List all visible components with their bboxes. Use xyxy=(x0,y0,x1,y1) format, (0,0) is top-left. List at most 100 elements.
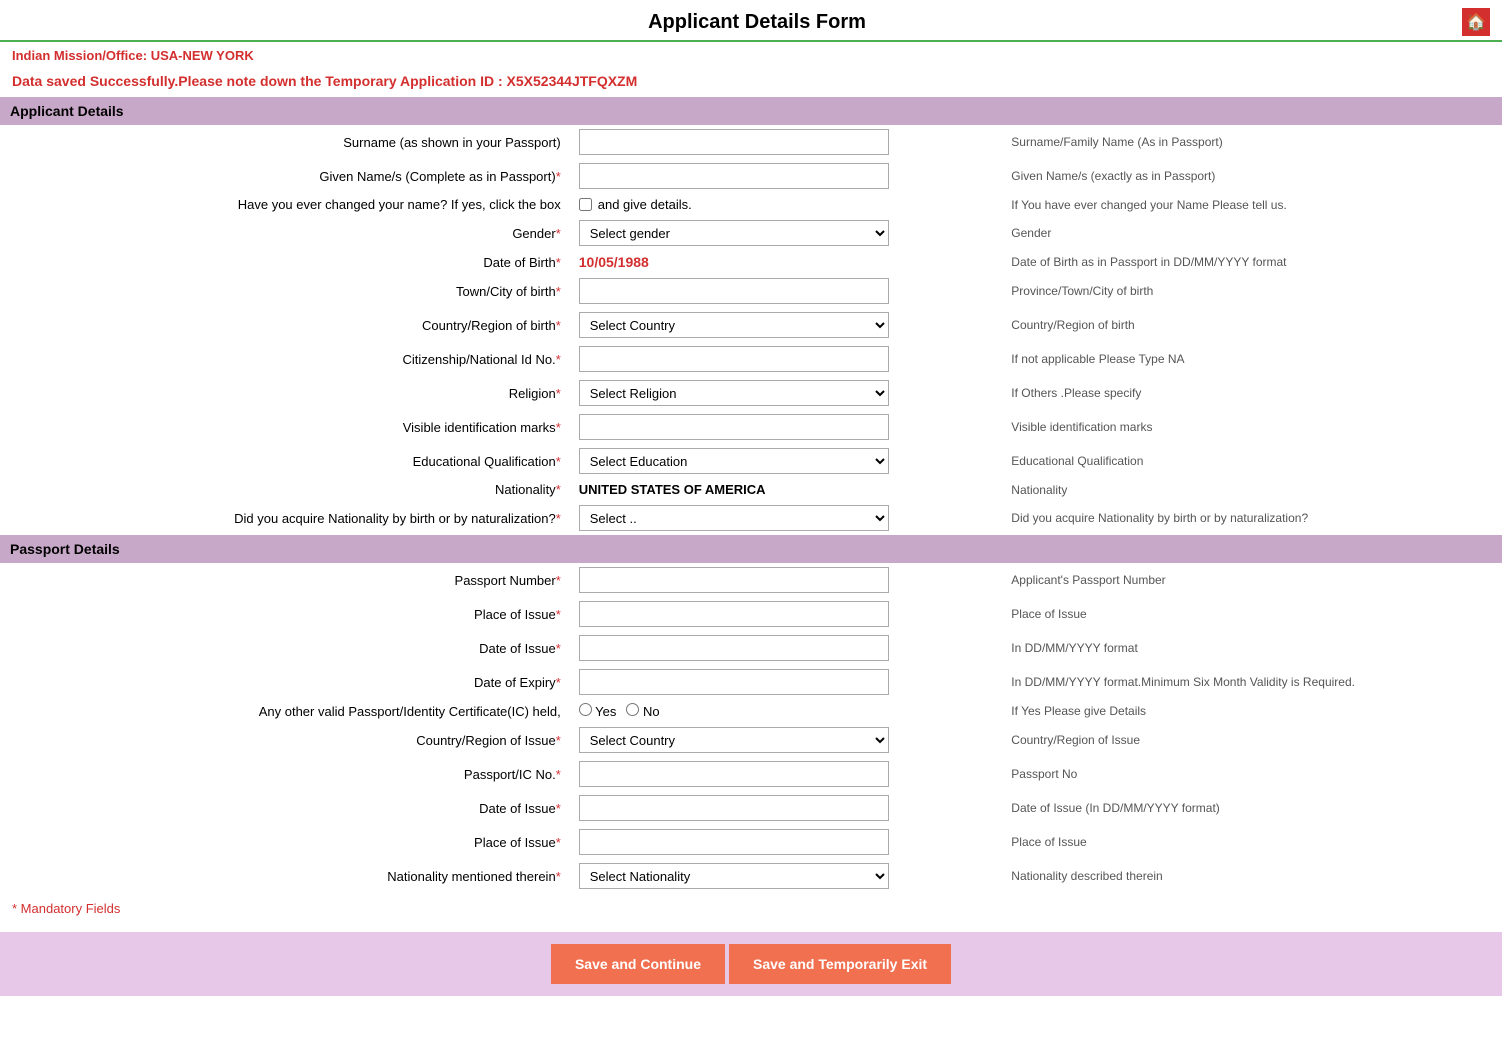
visible-id-hint: Visible identification marks xyxy=(991,410,1502,444)
save-exit-button[interactable]: Save and Temporarily Exit xyxy=(729,944,951,984)
country-issue-row: Country/Region of Issue* Select Country … xyxy=(0,723,1502,757)
success-text: Data saved Successfully.Please note down… xyxy=(12,73,503,89)
citizenship-row: Citizenship/National Id No.* If not appl… xyxy=(0,342,1502,376)
yes-radio[interactable] xyxy=(579,703,592,716)
dob-row: Date of Birth* 10/05/1988 Date of Birth … xyxy=(0,250,1502,274)
gender-label: Gender* xyxy=(0,216,571,250)
nat-acquire-row: Did you acquire Nationality by birth or … xyxy=(0,501,1502,535)
passport-num-label: Passport Number* xyxy=(0,563,571,597)
passport-num-hint: Applicant's Passport Number xyxy=(991,563,1502,597)
nat-acquire-select[interactable]: Select .. By Birth By Naturalization xyxy=(579,505,889,531)
save-continue-button[interactable]: Save and Continue xyxy=(551,944,725,984)
date-issue-row: Date of Issue* In DD/MM/YYYY format xyxy=(0,631,1502,665)
given-names-label: Given Name/s (Complete as in Passport)* xyxy=(0,159,571,193)
education-row: Educational Qualification* Select Educat… xyxy=(0,444,1502,478)
other-passport-hint: If Yes Please give Details xyxy=(991,699,1502,723)
country-birth-select[interactable]: Select Country xyxy=(579,312,889,338)
applicant-details-table: Surname (as shown in your Passport) Surn… xyxy=(0,125,1502,535)
name-change-hint: If You have ever changed your Name Pleas… xyxy=(991,193,1502,216)
no-radio[interactable] xyxy=(626,703,639,716)
religion-row: Religion* Select Religion If Others .Ple… xyxy=(0,376,1502,410)
passport-ic-hint: Passport No xyxy=(991,757,1502,791)
religion-label: Religion* xyxy=(0,376,571,410)
passport-details-table: Passport Number* Applicant's Passport Nu… xyxy=(0,563,1502,893)
name-change-row: Have you ever changed your name? If yes,… xyxy=(0,193,1502,216)
mission-label: Indian Mission/Office: xyxy=(12,48,147,63)
place-issue2-input[interactable] xyxy=(579,829,889,855)
country-birth-row: Country/Region of birth* Select Country … xyxy=(0,308,1502,342)
religion-hint: If Others .Please specify xyxy=(991,376,1502,410)
given-names-input[interactable] xyxy=(579,163,889,189)
nationality-value: UNITED STATES OF AMERICA xyxy=(579,482,766,497)
nat-acquire-label: Did you acquire Nationality by birth or … xyxy=(0,501,571,535)
dob-value: 10/05/1988 xyxy=(579,254,649,270)
place-issue-input[interactable] xyxy=(579,601,889,627)
date-issue2-row: Date of Issue* Date of Issue (In DD/MM/Y… xyxy=(0,791,1502,825)
place-issue-label: Place of Issue* xyxy=(0,597,571,631)
education-hint: Educational Qualification xyxy=(991,444,1502,478)
nationality-therein-row: Nationality mentioned therein* Select Na… xyxy=(0,859,1502,893)
page-wrapper: Applicant Details Form 🏠 Indian Mission/… xyxy=(0,0,1502,996)
name-change-label: Have you ever changed your name? If yes,… xyxy=(0,193,571,216)
surname-label: Surname (as shown in your Passport) xyxy=(0,125,571,159)
education-select[interactable]: Select Education xyxy=(579,448,889,474)
gender-hint: Gender xyxy=(991,216,1502,250)
country-issue-hint: Country/Region of Issue xyxy=(991,723,1502,757)
mission-line: Indian Mission/Office: USA-NEW YORK xyxy=(0,42,1502,69)
mission-value: USA-NEW YORK xyxy=(151,48,254,63)
given-names-hint: Given Name/s (exactly as in Passport) xyxy=(991,159,1502,193)
town-input[interactable] xyxy=(579,278,889,304)
citizenship-input[interactable] xyxy=(579,346,889,372)
passport-ic-row: Passport/IC No.* Passport No xyxy=(0,757,1502,791)
country-birth-label: Country/Region of birth* xyxy=(0,308,571,342)
page-title: Applicant Details Form xyxy=(52,11,1462,34)
no-radio-label[interactable]: No xyxy=(626,703,659,719)
name-change-checkbox[interactable] xyxy=(579,198,592,211)
citizenship-hint: If not applicable Please Type NA xyxy=(991,342,1502,376)
surname-input[interactable] xyxy=(579,129,889,155)
nationality-hint: Nationality xyxy=(991,478,1502,501)
place-issue2-row: Place of Issue* Place of Issue xyxy=(0,825,1502,859)
yes-radio-label[interactable]: Yes xyxy=(579,703,617,719)
footer-bar: Save and Continue Save and Temporarily E… xyxy=(0,932,1502,996)
visible-id-label: Visible identification marks* xyxy=(0,410,571,444)
date-issue-label: Date of Issue* xyxy=(0,631,571,665)
place-issue-hint: Place of Issue xyxy=(991,597,1502,631)
mandatory-note: * Mandatory Fields xyxy=(0,893,1502,924)
given-names-row: Given Name/s (Complete as in Passport)* … xyxy=(0,159,1502,193)
date-issue-hint: In DD/MM/YYYY format xyxy=(991,631,1502,665)
nationality-label: Nationality* xyxy=(0,478,571,501)
date-expiry-row: Date of Expiry* In DD/MM/YYYY format.Min… xyxy=(0,665,1502,699)
nationality-row: Nationality* UNITED STATES OF AMERICA Na… xyxy=(0,478,1502,501)
passport-ic-input[interactable] xyxy=(579,761,889,787)
citizenship-label: Citizenship/National Id No.* xyxy=(0,342,571,376)
nationality-therein-select[interactable]: Select Nationality xyxy=(579,863,889,889)
religion-select[interactable]: Select Religion xyxy=(579,380,889,406)
place-issue-row: Place of Issue* Place of Issue xyxy=(0,597,1502,631)
date-issue2-label: Date of Issue* xyxy=(0,791,571,825)
home-icon[interactable]: 🏠 xyxy=(1462,8,1490,36)
nat-acquire-hint: Did you acquire Nationality by birth or … xyxy=(991,501,1502,535)
passport-num-row: Passport Number* Applicant's Passport Nu… xyxy=(0,563,1502,597)
date-expiry-input[interactable] xyxy=(579,669,889,695)
gender-row: Gender* Select gender Male Female Other … xyxy=(0,216,1502,250)
nationality-therein-label: Nationality mentioned therein* xyxy=(0,859,571,893)
town-hint: Province/Town/City of birth xyxy=(991,274,1502,308)
app-id: X5X52344JTFQXZM xyxy=(507,73,638,89)
date-expiry-hint: In DD/MM/YYYY format.Minimum Six Month V… xyxy=(991,665,1502,699)
town-label: Town/City of birth* xyxy=(0,274,571,308)
date-issue2-input[interactable] xyxy=(579,795,889,821)
surname-row: Surname (as shown in your Passport) Surn… xyxy=(0,125,1502,159)
visible-id-row: Visible identification marks* Visible id… xyxy=(0,410,1502,444)
gender-select[interactable]: Select gender Male Female Other xyxy=(579,220,889,246)
name-change-input-cell: and give details. xyxy=(571,193,992,216)
country-issue-label: Country/Region of Issue* xyxy=(0,723,571,757)
visible-id-input[interactable] xyxy=(579,414,889,440)
date-expiry-label: Date of Expiry* xyxy=(0,665,571,699)
passport-details-header: Passport Details xyxy=(0,535,1502,563)
passport-num-input[interactable] xyxy=(579,567,889,593)
dob-hint: Date of Birth as in Passport in DD/MM/YY… xyxy=(991,250,1502,274)
date-issue-input[interactable] xyxy=(579,635,889,661)
country-issue-select[interactable]: Select Country xyxy=(579,727,889,753)
place-issue2-label: Place of Issue* xyxy=(0,825,571,859)
